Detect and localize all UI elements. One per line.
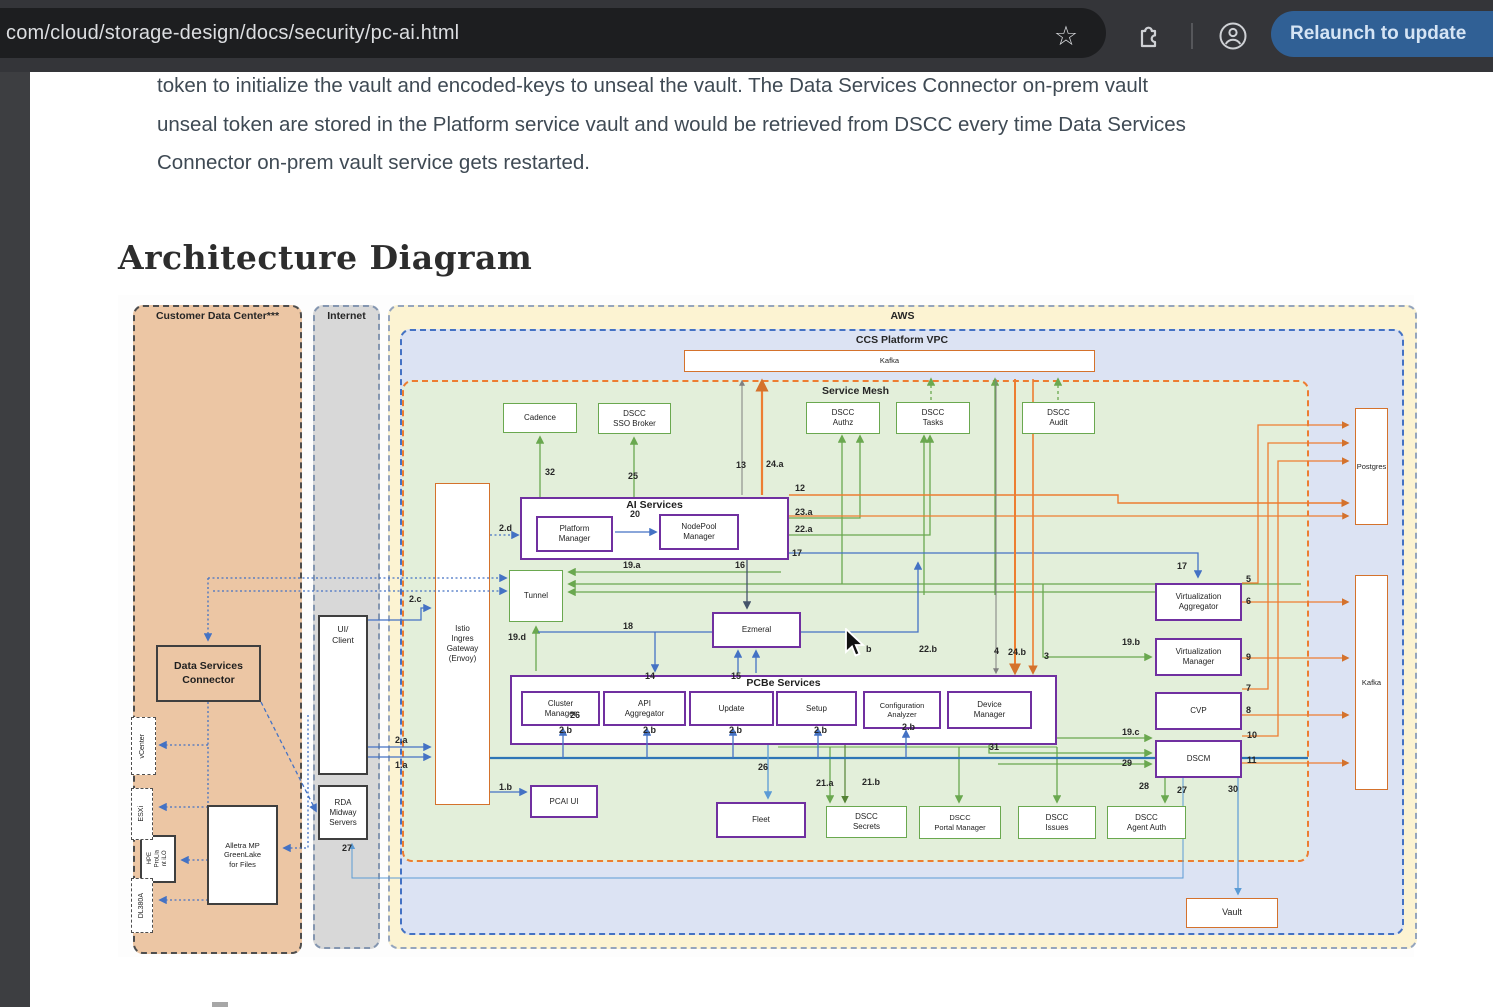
edge-label: 21.b: [862, 777, 880, 787]
edge-label: 2.b: [814, 725, 827, 735]
paragraph-line: Connector on-prem vault service gets res…: [157, 144, 1447, 183]
intro-paragraph: token to initialize the vault and encode…: [157, 67, 1447, 183]
edge-label: 12: [795, 483, 805, 493]
toolbar-divider: [1191, 23, 1193, 49]
edge-label: 25: [628, 471, 638, 481]
edge-label: 1.b: [499, 782, 512, 792]
edge-label: 2.b: [902, 722, 915, 732]
profile-icon[interactable]: [1212, 0, 1254, 72]
edge-label: 22.b: [919, 644, 937, 654]
edge-label: 19.c: [1122, 727, 1140, 737]
edge-label: 26: [758, 762, 768, 772]
edge-label: 22.a: [795, 524, 813, 534]
address-bar[interactable]: com/cloud/storage-design/docs/security/p…: [0, 8, 1106, 58]
edge-label: 9: [1246, 652, 1251, 662]
edge-label: 6: [1246, 596, 1251, 606]
edge-label: 20: [630, 509, 640, 519]
edge-label: 7: [1246, 683, 1251, 693]
bookmark-star-icon[interactable]: ☆: [1046, 0, 1086, 72]
edge-label: 2.d: [499, 523, 512, 533]
edge-label: 2.c: [409, 594, 422, 604]
relaunch-to-update-button[interactable]: Relaunch to update: [1271, 11, 1493, 57]
edge-label: 19.d: [508, 632, 526, 642]
architecture-diagram: Customer Data Center***InternetAWSCCS Pl…: [118, 295, 1414, 957]
edge-label: 27: [1177, 785, 1187, 795]
extensions-icon[interactable]: [1128, 0, 1168, 72]
edge-label: 30: [1228, 784, 1238, 794]
next-section-fragment: [212, 1002, 228, 1007]
edge-label: 24.a: [766, 459, 784, 469]
edge-label: 16: [735, 560, 745, 570]
edge-label: 29: [1122, 758, 1132, 768]
edge-label: 15: [731, 671, 741, 681]
paragraph-line: token to initialize the vault and encode…: [157, 67, 1447, 106]
edge-label: 18: [623, 621, 633, 631]
edge-label: 31: [989, 742, 999, 752]
edge-label: 23.a: [795, 507, 813, 517]
edge-label: 21.a: [816, 778, 834, 788]
connector-lines-overlay: [118, 295, 1414, 957]
url-text: com/cloud/storage-design/docs/security/p…: [0, 22, 459, 45]
edge-label: 28: [1139, 781, 1149, 791]
edge-label: 1.a: [395, 760, 408, 770]
edge-label: 14: [645, 671, 655, 681]
edge-label: 8: [1246, 705, 1251, 715]
edge-label: 2.b: [643, 725, 656, 735]
page-title: Architecture Diagram: [118, 238, 532, 277]
edge-label: 13: [736, 460, 746, 470]
window-edge-strip: [0, 72, 30, 1007]
edge-label: 2.a: [395, 735, 408, 745]
edge-label: 19.b: [1122, 637, 1140, 647]
edge-label: 17: [792, 548, 802, 558]
edge-label: 11: [1247, 755, 1257, 765]
edge-label: 10: [1247, 730, 1257, 740]
edge-label: 17: [1177, 561, 1187, 571]
edge-label: 27: [342, 843, 352, 853]
edge-label: 4: [994, 646, 999, 656]
edge-label: 32: [545, 467, 555, 477]
edge-label: 24.b: [1008, 647, 1026, 657]
edge-label: 2.b: [559, 725, 572, 735]
edge-label: 2.b: [729, 725, 742, 735]
paragraph-line: unseal token are stored in the Platform …: [157, 106, 1447, 145]
edge-label: 3: [1044, 651, 1049, 661]
edge-label: 26: [570, 710, 580, 720]
browser-toolbar: com/cloud/storage-design/docs/security/p…: [0, 0, 1493, 72]
edge-label: 19.a: [623, 560, 641, 570]
edge-label: 5: [1246, 574, 1251, 584]
